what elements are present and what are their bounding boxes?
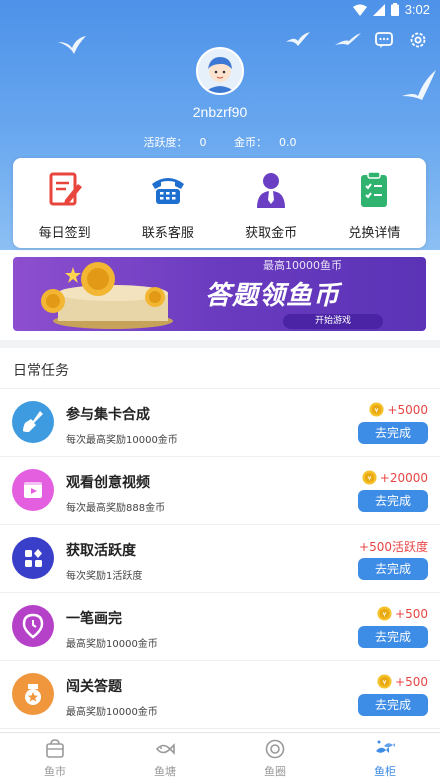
settings-icon[interactable]	[408, 30, 428, 50]
banner-top-text: 最高10000鱼币	[263, 259, 342, 272]
coins-value: 0.0	[279, 136, 297, 149]
svg-text:¥: ¥	[382, 610, 386, 618]
activity-value: 0	[199, 136, 207, 149]
quick-actions: 每日签到 联系客服 获取金币 兑换详情	[13, 158, 426, 248]
tab-fish-cabinet[interactable]: 鱼柜	[330, 733, 440, 780]
task-name: 观看创意视频	[66, 475, 150, 491]
bird-decoration-icon	[402, 70, 436, 100]
task-description: 最高奖励10000金币	[66, 707, 158, 718]
action-exchange-details[interactable]: 兑换详情	[323, 158, 426, 248]
banner-title: 答题领鱼币	[205, 281, 341, 311]
activity-label: 活跃度：	[143, 136, 188, 149]
video-icon	[12, 469, 54, 511]
task-item: 获取活跃度 每次奖励1活跃度 +500活跃度 去完成	[0, 525, 440, 593]
task-reward: +500活跃度	[359, 538, 428, 555]
action-get-coins[interactable]: 获取金币	[220, 158, 323, 248]
username: 2nbzrf90	[192, 104, 248, 120]
task-complete-button[interactable]: 去完成	[358, 490, 428, 512]
task-name: 一笔画完	[66, 611, 122, 627]
svg-text:¥: ¥	[382, 678, 386, 686]
task-reward-value: +20000	[379, 470, 428, 485]
coin-icon: ¥	[362, 470, 377, 485]
battery-icon	[390, 3, 399, 16]
task-description: 最高奖励10000金币	[66, 639, 158, 650]
task-name: 参与集卡合成	[66, 407, 150, 423]
task-item: 参与集卡合成 每次最高奖励10000金币 ¥ +5000 去完成	[0, 389, 440, 457]
task-list: 参与集卡合成 每次最高奖励10000金币 ¥ +5000 去完成 观看创意视频 …	[0, 388, 440, 729]
task-reward: ¥ +500	[377, 606, 428, 621]
task-description: 每次奖励1活跃度	[66, 571, 143, 582]
tab-label: 鱼塘	[154, 765, 176, 778]
tab-fish-market[interactable]: 鱼市	[0, 733, 110, 780]
action-label: 兑换详情	[348, 226, 401, 241]
svg-text:¥: ¥	[367, 474, 371, 482]
task-reward-value: +500活跃度	[359, 540, 428, 554]
task-description: 每次最高奖励10000金币	[66, 435, 178, 446]
coin-icon: ¥	[377, 606, 392, 621]
task-reward-value: +500	[395, 606, 428, 621]
avatar[interactable]	[196, 47, 244, 95]
task-item: 一笔画完 最高奖励10000金币 ¥ +500 去完成	[0, 593, 440, 661]
bird-decoration-icon	[335, 33, 361, 45]
circle-icon	[264, 738, 286, 760]
status-time: 3:02	[404, 2, 430, 17]
task-description: 每次最高奖励888金币	[66, 503, 166, 514]
bird-decoration-icon	[58, 36, 86, 54]
action-label: 获取金币	[245, 226, 298, 241]
wifi-icon	[352, 4, 367, 16]
tab-fish-pond[interactable]: 鱼塘	[110, 733, 220, 780]
action-daily-checkin[interactable]: 每日签到	[13, 158, 116, 248]
task-complete-button[interactable]: 去完成	[358, 558, 428, 580]
task-reward: ¥ +5000	[369, 402, 428, 417]
section-title: 日常任务	[13, 363, 69, 379]
task-complete-button[interactable]: 去完成	[358, 694, 428, 716]
tab-label: 鱼市	[44, 765, 66, 778]
medal-icon	[12, 673, 54, 715]
task-reward-value: +500	[395, 674, 428, 689]
signal-icon	[372, 3, 385, 16]
user-stats: 活跃度： 0 金币： 0.0	[0, 134, 440, 150]
tab-label: 鱼柜	[374, 765, 396, 778]
status-bar: 3:02	[0, 0, 440, 24]
task-name: 闯关答题	[66, 679, 122, 695]
shovel-icon	[12, 401, 54, 443]
task-complete-button[interactable]: 去完成	[358, 626, 428, 648]
task-reward: ¥ +20000	[362, 470, 428, 485]
phone-icon	[148, 170, 188, 210]
section-divider	[0, 340, 440, 348]
task-name: 获取活跃度	[66, 543, 136, 559]
action-label: 每日签到	[38, 226, 91, 241]
tab-label: 鱼圈	[264, 765, 286, 778]
coin-icon: ¥	[369, 402, 384, 417]
coins-stat: 金币： 0.0	[228, 136, 303, 149]
sign-in-icon	[45, 170, 85, 210]
action-contact-support[interactable]: 联系客服	[116, 158, 219, 248]
cabinet-icon	[374, 738, 396, 760]
fish-icon	[154, 738, 176, 760]
svg-text:¥: ¥	[375, 406, 379, 414]
task-reward: ¥ +500	[377, 674, 428, 689]
clipboard-icon	[354, 170, 394, 210]
task-complete-button[interactable]: 去完成	[358, 422, 428, 444]
pin-icon	[12, 605, 54, 647]
tab-fish-circle[interactable]: 鱼圈	[220, 733, 330, 780]
coins-label: 金币：	[234, 136, 267, 149]
coin-icon: ¥	[377, 674, 392, 689]
task-reward-value: +5000	[387, 402, 428, 417]
apps-icon	[12, 537, 54, 579]
banner-art-icon	[41, 262, 173, 329]
market-icon	[44, 738, 66, 760]
activity-stat: 活跃度： 0	[138, 136, 213, 149]
action-label: 联系客服	[141, 226, 194, 241]
bird-decoration-icon	[286, 32, 310, 46]
quiz-banner[interactable]: 最高10000鱼币 答题领鱼币 开始游戏	[13, 257, 426, 331]
message-icon[interactable]	[374, 30, 394, 50]
task-item: 观看创意视频 每次最高奖励888金币 ¥ +20000 去完成	[0, 457, 440, 525]
banner-play-button[interactable]: 开始游戏	[283, 314, 383, 329]
task-item: 闯关答题 最高奖励10000金币 ¥ +500 去完成	[0, 661, 440, 729]
bottom-tab-bar: 鱼市 鱼塘 鱼圈 鱼柜	[0, 732, 440, 780]
agent-icon	[251, 170, 291, 210]
